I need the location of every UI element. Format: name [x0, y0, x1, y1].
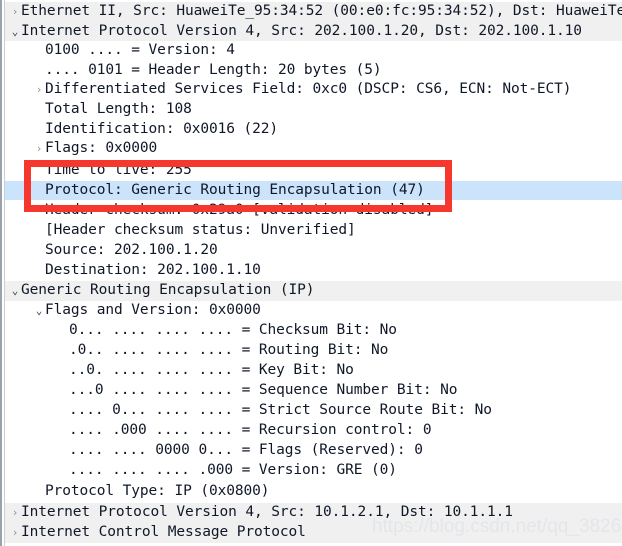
watermark-text: https://blog.csdn.net/qq_38265137: [372, 516, 622, 537]
tree-row-label: Flags and Version: 0x0000: [45, 302, 261, 318]
tree-row-gre-flags-version[interactable]: ⌄ Flags and Version: 0x0000: [5, 301, 622, 321]
chevron-down-icon[interactable]: ⌄: [32, 301, 46, 321]
tree-row-gre-recursion-control[interactable]: .... .000 .... .... = Recursion control:…: [5, 421, 622, 441]
tree-row-ip-destination[interactable]: Destination: 202.100.1.10: [5, 261, 622, 281]
tree-row-label: .... 0... .... .... = Strict Source Rout…: [69, 402, 492, 418]
tree-row-gre-strict-source-route-bit[interactable]: .... 0... .... .... = Strict Source Rout…: [5, 401, 622, 421]
chevron-down-icon[interactable]: ⌄: [8, 281, 22, 301]
tree-row-label: Destination: 202.100.1.10: [45, 262, 261, 278]
tree-row-label: Internet Control Message Protocol: [21, 524, 306, 540]
tree-row-gre-key-bit[interactable]: ..0. .... .... .... = Key Bit: No: [5, 361, 622, 381]
tree-row-ip-header-checksum[interactable]: Header checksum: 0x29a0 [validation disa…: [5, 201, 622, 221]
tree-row-ip-version[interactable]: 0100 .... = Version: 4: [5, 41, 622, 61]
tree-row-label: Flags: 0x0000: [45, 140, 158, 157]
tree-row-ipv4-outer[interactable]: ⌄ Internet Protocol Version 4, Src: 202.1…: [5, 21, 622, 42]
tree-row-ip-protocol[interactable]: Protocol: Generic Routing Encapsulation …: [5, 180, 622, 201]
tree-row-ip-header-length[interactable]: .... 0101 = Header Length: 20 bytes (5): [5, 61, 622, 81]
tree-row-label: .0.. .... .... .... = Routing Bit: No: [69, 342, 389, 358]
chevron-right-icon[interactable]: ›: [32, 80, 46, 100]
tree-row-label: ..0. .... .... .... = Key Bit: No: [69, 362, 354, 378]
tree-row-label: Header checksum: 0x29a0 [validation disa…: [45, 202, 434, 218]
chevron-down-icon[interactable]: ⌄: [8, 22, 22, 42]
tree-row-label: .... .... .... .000 = Version: GRE (0): [69, 462, 397, 478]
tree-row-gre-routing-bit[interactable]: .0.. .... .... .... = Routing Bit: No: [5, 341, 622, 361]
tree-row-label: .... 0101 = Header Length: 20 bytes (5): [45, 61, 382, 78]
tree-row-label: Differentiated Services Field: 0xc0 (DSC…: [45, 81, 572, 98]
tree-row-label: [Header checksum status: Unverified]: [45, 222, 356, 238]
tree-row-label: .... .000 .... .... = Recursion control:…: [69, 422, 432, 438]
tree-row-gre-protocol-type[interactable]: Protocol Type: IP (0x0800): [5, 482, 622, 502]
tree-row-label: .... .... 0000 0... = Flags (Reserved): …: [69, 442, 423, 458]
chevron-right-icon[interactable]: ›: [8, 2, 22, 22]
tree-row-label: Internet Protocol Version 4, Src: 202.10…: [21, 22, 582, 39]
tree-row-label: Time to live: 255: [45, 162, 192, 178]
tree-row-ip-total-length[interactable]: Total Length: 108: [5, 100, 622, 120]
panel-left-border: [0, 0, 2, 546]
tree-row-gre-version[interactable]: .... .... .... .000 = Version: GRE (0): [5, 461, 622, 481]
protocol-tree[interactable]: › Ethernet II, Src: HuaweiTe_95:34:52 (00…: [5, 0, 622, 546]
tree-row-label: ...0 .... .... .... = Sequence Number Bi…: [69, 382, 458, 398]
tree-row-label: Protocol: Generic Routing Encapsulation …: [45, 181, 425, 198]
tree-row-label: Source: 202.100.1.20: [45, 242, 218, 258]
tree-row-label: Ethernet II, Src: HuaweiTe_95:34:52 (00:…: [21, 3, 622, 19]
tree-row-gre-flags-reserved[interactable]: .... .... 0000 0... = Flags (Reserved): …: [5, 441, 622, 461]
tree-row-ip-ttl[interactable]: Time to live: 255: [5, 161, 622, 181]
wireshark-packet-details-panel: › Ethernet II, Src: HuaweiTe_95:34:52 (00…: [0, 0, 622, 546]
tree-row-ip-header-checksum-status[interactable]: [Header checksum status: Unverified]: [5, 221, 622, 241]
tree-row-ethernet-ii[interactable]: › Ethernet II, Src: HuaweiTe_95:34:52 (00…: [5, 2, 622, 22]
tree-row-gre[interactable]: ⌄ Generic Routing Encapsulation (IP): [5, 281, 622, 301]
tree-row-ip-identification[interactable]: Identification: 0x0016 (22): [5, 120, 622, 140]
tree-row-label: Identification: 0x0016 (22): [45, 120, 279, 137]
tree-row-label: Generic Routing Encapsulation (IP): [21, 282, 315, 298]
tree-row-label: 0... .... .... .... = Checksum Bit: No: [69, 322, 397, 338]
tree-row-ip-dsfield[interactable]: › Differentiated Services Field: 0xc0 (DS…: [5, 80, 622, 100]
tree-row-gre-sequence-number-bit[interactable]: ...0 .... .... .... = Sequence Number Bi…: [5, 381, 622, 401]
chevron-right-icon[interactable]: ›: [8, 523, 22, 543]
tree-row-label: Total Length: 108: [45, 101, 192, 117]
tree-row-label: Protocol Type: IP (0x0800): [45, 483, 270, 499]
tree-row-ip-flags[interactable]: › Flags: 0x0000: [5, 139, 622, 159]
chevron-right-icon[interactable]: ›: [32, 139, 46, 159]
tree-row-gre-checksum-bit[interactable]: 0... .... .... .... = Checksum Bit: No: [5, 321, 622, 341]
tree-row-ip-source[interactable]: Source: 202.100.1.20: [5, 241, 622, 261]
chevron-right-icon[interactable]: ›: [8, 503, 22, 523]
tree-row-label: 0100 .... = Version: 4: [45, 42, 235, 59]
